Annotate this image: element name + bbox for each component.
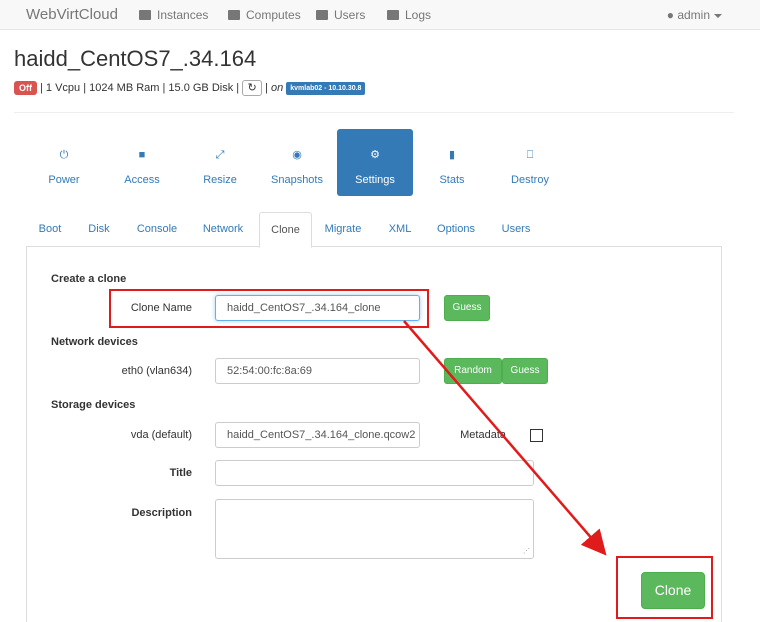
annotation-arrow xyxy=(403,320,607,556)
